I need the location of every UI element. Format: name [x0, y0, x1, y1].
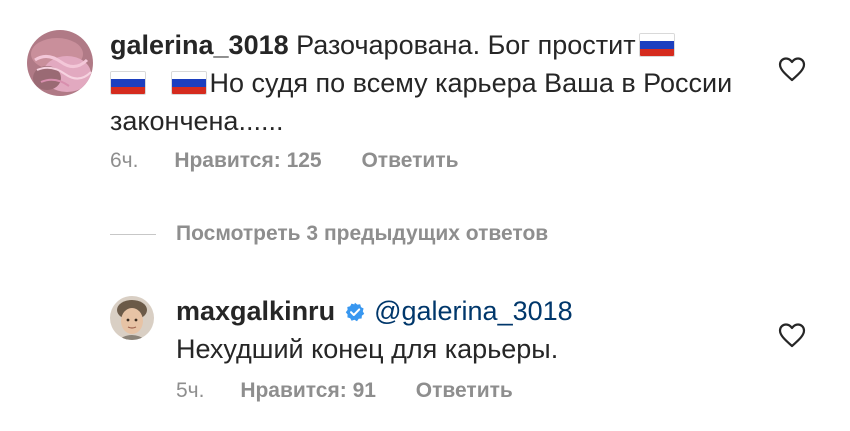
view-replies-label: Посмотреть 3 предыдущих ответов — [176, 222, 549, 245]
like-heart-icon[interactable] — [778, 322, 806, 348]
comment-text-block: maxgalkinru @galerina_3018 Нехудший коне… — [176, 292, 756, 368]
comment-text-part1: Разочарована. Бог простит — [296, 30, 636, 60]
comment-meta: 5ч. Нравится: 91 Ответить — [176, 379, 513, 403]
russia-flag-icon — [170, 71, 207, 95]
comment-maxgalkinru: maxgalkinru @galerina_3018 Нехудший коне… — [0, 280, 850, 430]
comment-galerina: galerina_3018 Разочарована. Бог простит … — [0, 0, 850, 200]
divider — [110, 233, 156, 235]
comment-text-block: galerina_3018 Разочарована. Бог простит … — [110, 26, 750, 140]
comment-likes-button[interactable]: Нравится: 125 — [174, 149, 321, 172]
knitted-fabric-avatar-icon — [27, 30, 93, 96]
comment-time: 6ч. — [110, 149, 139, 172]
view-replies-button[interactable]: Посмотреть 3 предыдущих ответов — [110, 222, 548, 246]
russia-flag-icon — [638, 33, 675, 57]
avatar[interactable] — [110, 296, 154, 340]
comment-text: Нехудший конец для карьеры. — [176, 334, 559, 364]
mention-link[interactable]: @galerina_3018 — [374, 296, 573, 326]
comment-username[interactable]: maxgalkinru — [176, 296, 335, 326]
comment-likes-button[interactable]: Нравится: 91 — [240, 379, 376, 402]
comments-panel: galerina_3018 Разочарована. Бог простит … — [0, 0, 850, 431]
comment-time: 5ч. — [176, 379, 205, 402]
reply-button[interactable]: Ответить — [416, 379, 513, 402]
verified-badge-icon — [345, 302, 364, 322]
russia-flag-icon — [110, 71, 146, 95]
comment-meta: 6ч. Нравится: 125 Ответить — [110, 149, 459, 173]
profile-photo-avatar-icon — [110, 296, 154, 340]
avatar[interactable] — [27, 30, 93, 96]
like-heart-icon[interactable] — [778, 56, 806, 82]
comment-username[interactable]: galerina_3018 — [110, 30, 289, 60]
reply-button[interactable]: Ответить — [361, 149, 458, 172]
